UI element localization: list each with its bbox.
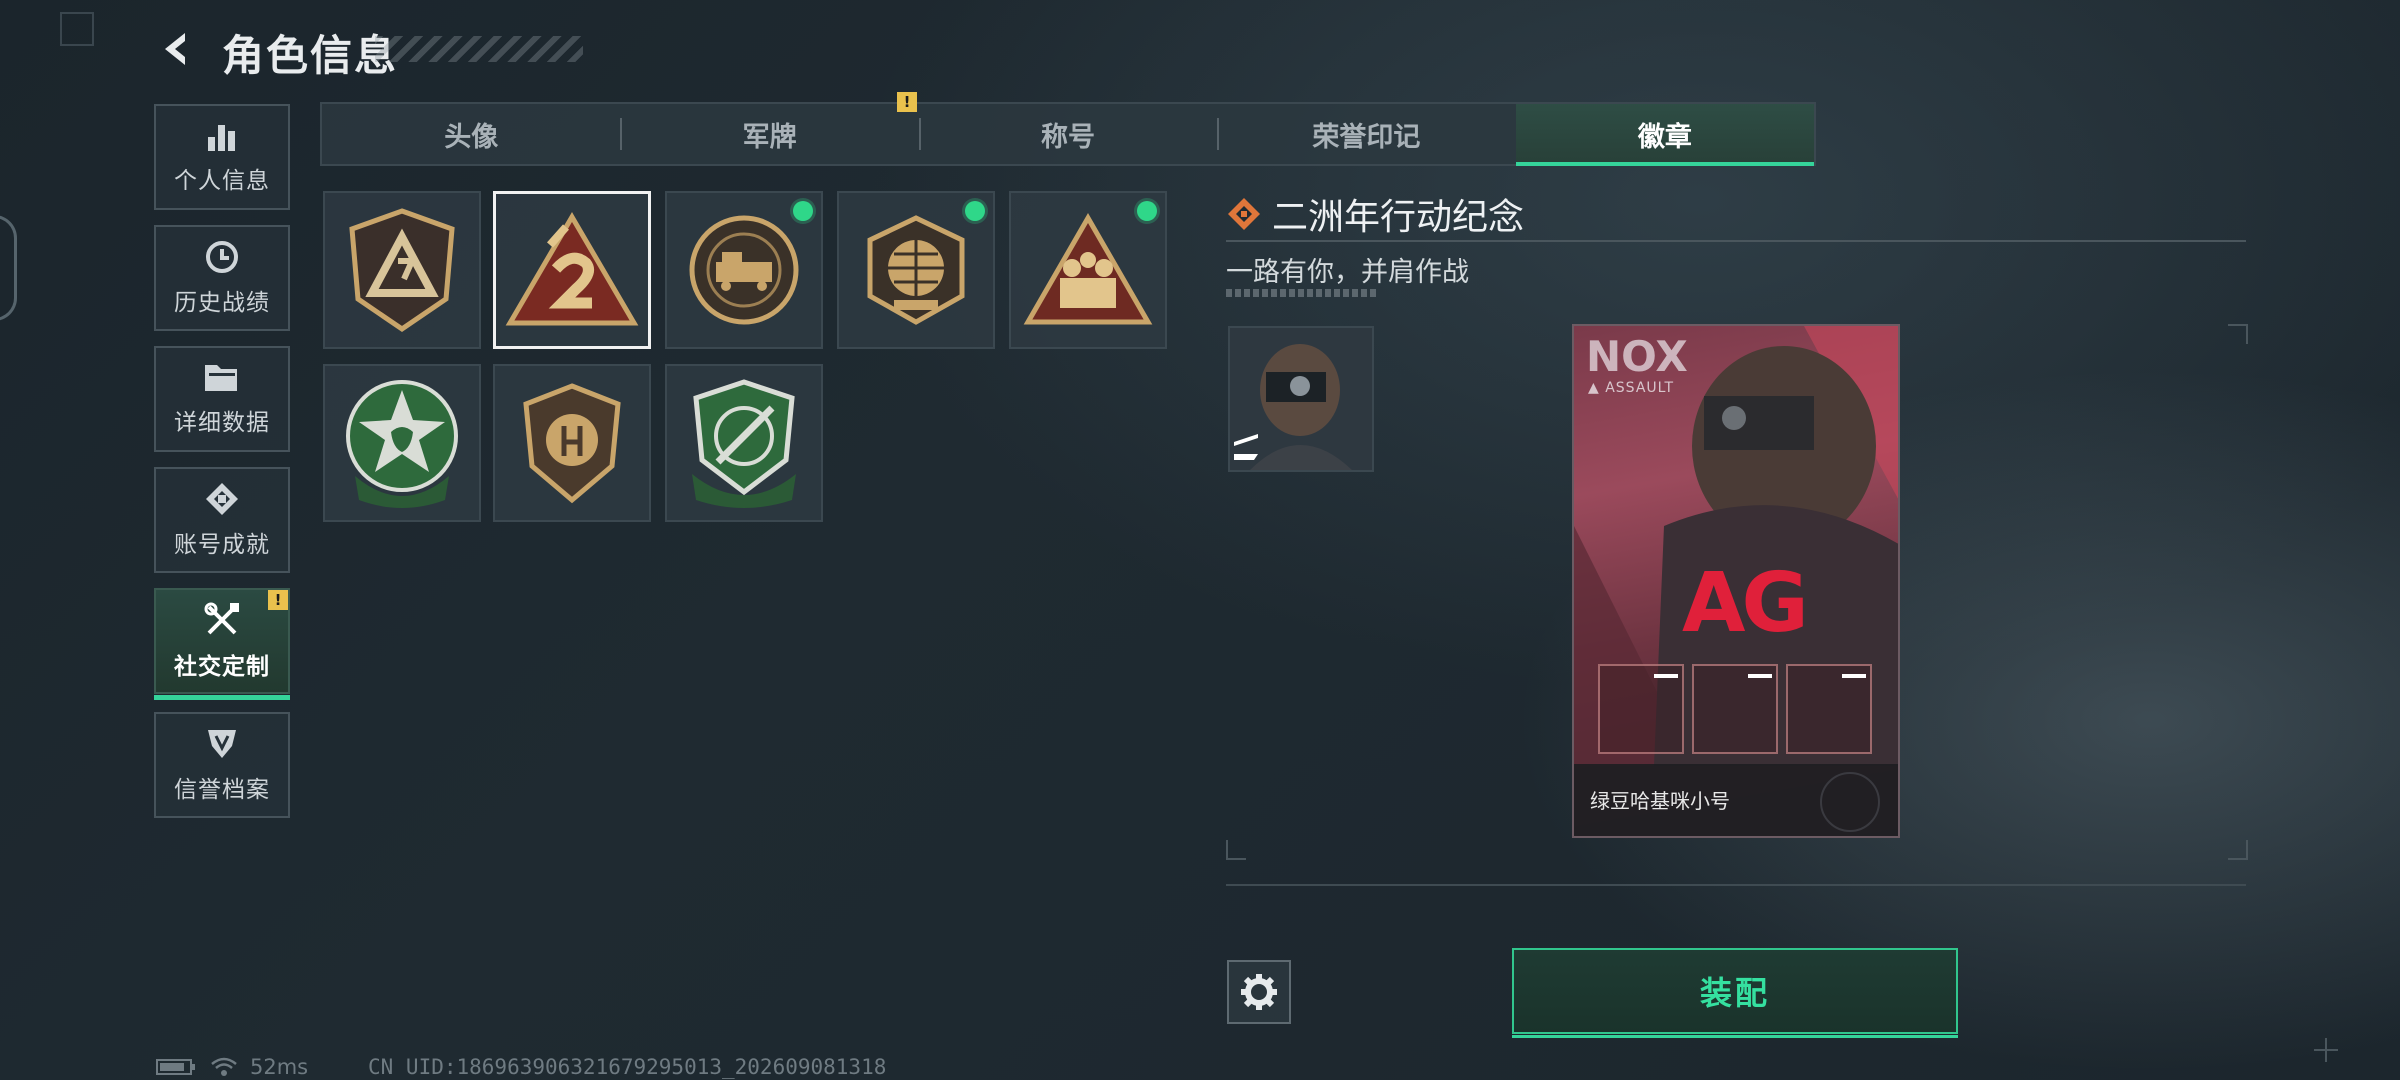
sidebar-item-label: 详细数据 <box>174 410 270 436</box>
badge-item[interactable] <box>665 364 823 522</box>
card-footer: 绿豆哈基咪小号 <box>1574 764 1898 836</box>
sidebar-item-history[interactable]: 历史战绩 <box>154 225 290 331</box>
ping-value: 52ms <box>250 1055 309 1079</box>
badge-item[interactable] <box>323 191 481 349</box>
frame-corner <box>2228 324 2248 344</box>
mini-badge-slot <box>1598 664 1684 754</box>
badge-item[interactable] <box>837 191 995 349</box>
badge-item[interactable] <box>665 191 823 349</box>
tab-label: 称号 <box>1041 121 1096 153</box>
sidebar-item-social-custom[interactable]: 社交定制 ! <box>154 588 290 700</box>
clock-icon <box>206 241 238 273</box>
divider <box>1226 240 2246 242</box>
team-logo: AG <box>1682 556 1809 651</box>
gear-icon <box>1241 974 1277 1010</box>
number-2-badge-icon <box>505 212 639 326</box>
divider <box>1226 884 2246 886</box>
bronze-shield-badge-icon <box>523 383 621 504</box>
badge-item[interactable] <box>1009 191 1167 349</box>
tools-icon <box>204 602 239 635</box>
frame-corner <box>2228 840 2248 860</box>
equip-button[interactable]: 装配 <box>1512 948 1958 1038</box>
wifi-icon <box>211 1057 237 1076</box>
badge-title: 二洲年行动纪念 <box>1272 197 1525 238</box>
folder-icon <box>205 365 237 391</box>
profile-card-preview: NOX ▲ ASSAULT AG 绿豆哈基咪小号 <box>1572 324 1900 838</box>
new-indicator-dot <box>965 201 985 221</box>
corner-frame <box>60 12 94 46</box>
achievement-icon <box>206 483 238 515</box>
tab-title[interactable]: 称号 <box>918 104 1217 164</box>
sidebar-item-label: 信誉档案 <box>174 777 270 803</box>
shield-icon <box>208 730 236 758</box>
user-uid: CN UID:1869639063216792950​13_2026090813… <box>368 1055 887 1079</box>
back-arrow-icon <box>165 33 185 65</box>
crosshair-decoration <box>2314 1038 2338 1062</box>
sidebar-item-reputation[interactable]: 信誉档案 <box>154 712 290 818</box>
card-role: ▲ ASSAULT <box>1588 380 1675 396</box>
new-indicator-dot <box>1137 201 1157 221</box>
card-emblem-ring <box>1820 772 1880 832</box>
tab-label: 军牌 <box>742 121 797 153</box>
bar-chart-icon <box>208 125 235 151</box>
sidebar-item-achievements[interactable]: 账号成就 <box>154 467 290 573</box>
soldiers-triangle-badge-icon <box>1023 212 1153 325</box>
sidebar-item-label: 社交定制 <box>174 654 270 680</box>
delta-force-2026-train-badge-icon <box>689 215 799 325</box>
green-star-alien-badge-icon <box>346 380 458 508</box>
tab-avatar[interactable]: 头像 <box>322 104 620 164</box>
sidebar-item-detailed-data[interactable]: 详细数据 <box>154 346 290 452</box>
sidebar-item-label: 个人信息 <box>174 168 270 194</box>
tab-label: 头像 <box>444 121 499 153</box>
card-role-text: ASSAULT <box>1605 380 1675 396</box>
sidebar-item-label: 账号成就 <box>174 532 270 558</box>
triangle-a-badge-icon <box>349 208 455 333</box>
settings-button[interactable] <box>1227 960 1291 1024</box>
badge-item[interactable] <box>323 364 481 522</box>
title-decoration <box>375 36 583 62</box>
tab-label: 荣誉印记 <box>1312 121 1421 153</box>
tab-badges[interactable]: 徽章 <box>1515 104 1815 166</box>
badge-item[interactable] <box>493 364 651 522</box>
player-name: 绿豆哈基咪小号 <box>1590 789 1730 813</box>
equip-button-label: 装配 <box>1699 974 1770 1012</box>
tab-label: 徽章 <box>1637 121 1692 153</box>
status-bar: 52ms <box>156 1055 308 1079</box>
tab-alert-badge: ! <box>897 92 917 112</box>
tab-honor-marks[interactable]: 荣誉印记 <box>1217 104 1515 164</box>
badge-item-selected[interactable] <box>493 191 651 349</box>
date-placeholder <box>1226 289 1376 297</box>
mini-badge-slot <box>1692 664 1778 754</box>
operator-portrait-icon <box>1230 328 1372 470</box>
new-indicator-dot <box>793 201 813 221</box>
green-knife-shield-badge-icon <box>692 379 796 508</box>
delta-force-2026-globe-badge-icon <box>867 215 965 325</box>
card-brand: NOX <box>1586 332 1688 381</box>
sidebar-item-personal-info[interactable]: 个人信息 <box>154 104 290 210</box>
character-avatar[interactable] <box>1228 326 1374 472</box>
page-title: 角色信息 <box>222 31 399 80</box>
mini-badge-slot <box>1786 664 1872 754</box>
battery-icon <box>156 1059 195 1075</box>
edge-arc <box>0 215 17 321</box>
sidebar-item-label: 历史战绩 <box>174 290 270 316</box>
badge-description: 一路有你，并肩作战 <box>1226 257 1469 288</box>
frame-corner <box>1226 840 1246 860</box>
alert-badge: ! <box>268 590 288 610</box>
tab-bar: 头像 军牌 称号 荣誉印记 徽章 <box>320 102 1816 166</box>
diamond-emblem-icon <box>1228 198 1260 230</box>
back-button[interactable] <box>152 24 202 74</box>
tab-dog-tag[interactable]: 军牌 <box>620 104 918 164</box>
